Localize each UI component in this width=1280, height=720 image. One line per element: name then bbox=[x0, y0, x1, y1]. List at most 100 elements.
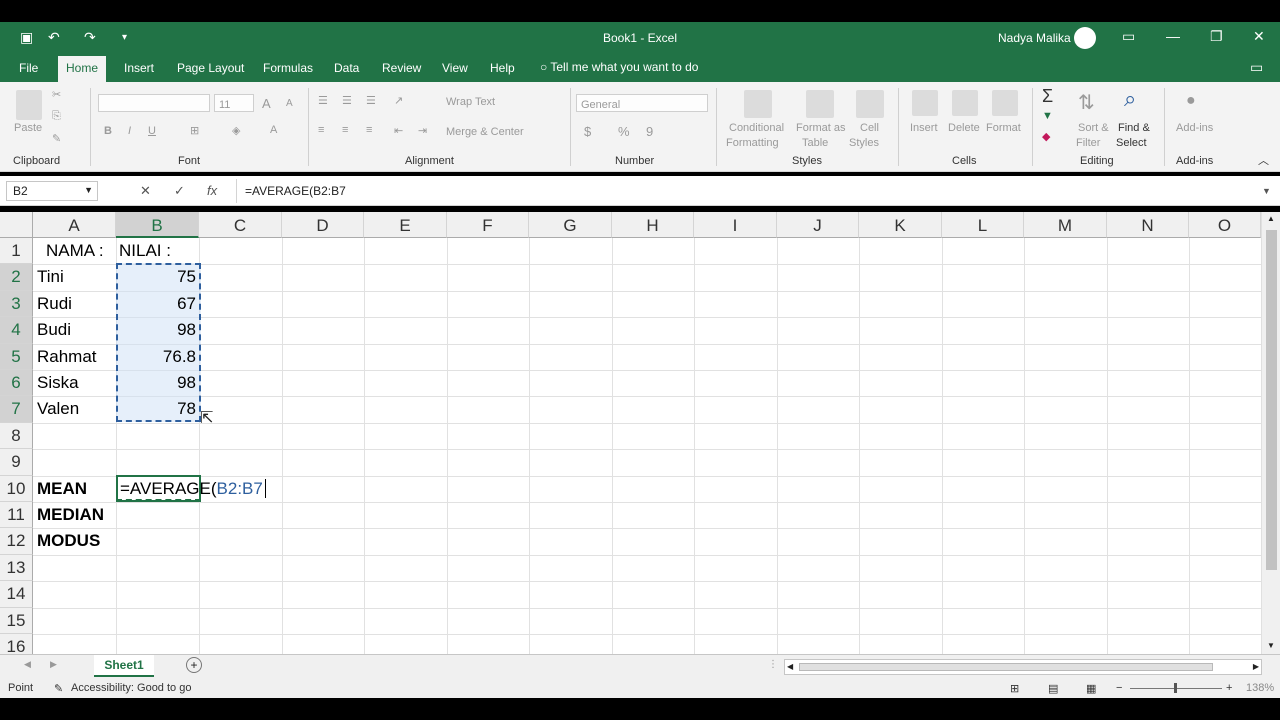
sort-filter-button[interactable]: Sort & bbox=[1078, 122, 1109, 134]
tab-file[interactable]: File bbox=[19, 61, 38, 75]
minimize-icon[interactable]: — bbox=[1166, 28, 1180, 44]
fill-color-icon[interactable]: ◈ bbox=[232, 124, 240, 137]
format-painter-icon[interactable]: ✎ bbox=[52, 132, 61, 145]
tab-insert[interactable]: Insert bbox=[124, 61, 154, 75]
cell-b1[interactable]: NILAI : bbox=[119, 238, 171, 264]
row-header-16[interactable]: 16 bbox=[0, 634, 33, 654]
scroll-up-icon[interactable]: ▲ bbox=[1267, 214, 1275, 223]
percent-button[interactable]: % bbox=[618, 124, 630, 139]
tab-page-layout[interactable]: Page Layout bbox=[177, 61, 244, 75]
zoom-slider-thumb[interactable] bbox=[1174, 683, 1177, 693]
find-select-button[interactable]: Find & bbox=[1118, 122, 1150, 134]
tab-review[interactable]: Review bbox=[382, 61, 421, 75]
bottom-align-icon[interactable]: ☰ bbox=[366, 94, 376, 107]
increase-indent-icon[interactable]: ⇥ bbox=[418, 124, 427, 137]
paste-icon[interactable] bbox=[16, 90, 42, 120]
row-header-13[interactable]: 13 bbox=[0, 555, 33, 581]
scroll-tabs-right-icon[interactable]: ▶ bbox=[50, 659, 57, 670]
cell-b2[interactable]: 75 bbox=[118, 264, 196, 290]
name-box[interactable]: B2 ▼ bbox=[6, 181, 98, 201]
insert-cells-button[interactable]: Insert bbox=[910, 122, 938, 134]
tab-help[interactable]: Help bbox=[490, 61, 515, 75]
add-sheet-button[interactable]: + bbox=[186, 657, 202, 673]
cell-styles-icon[interactable] bbox=[856, 90, 884, 118]
sheet-tab-sheet1[interactable]: Sheet1 bbox=[94, 655, 154, 677]
vertical-scroll-thumb[interactable] bbox=[1266, 230, 1277, 570]
conditional-formatting-button[interactable]: Conditional bbox=[729, 122, 784, 134]
decrease-indent-icon[interactable]: ⇤ bbox=[394, 124, 403, 137]
insert-function-icon[interactable]: fx bbox=[207, 183, 217, 198]
row-header-2[interactable]: 2 bbox=[0, 264, 33, 291]
horizontal-scrollbar[interactable]: ◀ ▶ bbox=[784, 659, 1262, 675]
cell-a5[interactable]: Rahmat bbox=[37, 344, 97, 370]
format-cells-icon[interactable] bbox=[992, 90, 1018, 116]
enter-icon[interactable]: ✓ bbox=[174, 183, 185, 199]
row-header-5[interactable]: 5 bbox=[0, 344, 33, 370]
tab-home[interactable]: Home bbox=[58, 56, 107, 82]
cell-b7[interactable]: 78 bbox=[118, 396, 196, 422]
zoom-level[interactable]: 138% bbox=[1246, 682, 1274, 694]
paste-button[interactable]: Paste bbox=[14, 122, 42, 134]
user-name[interactable]: Nadya Malika bbox=[998, 31, 1071, 45]
find-select-icon[interactable]: ⌕ bbox=[1124, 86, 1136, 112]
delete-cells-icon[interactable] bbox=[952, 90, 978, 116]
orientation-icon[interactable]: ↗ bbox=[394, 94, 403, 107]
tab-data[interactable]: Data bbox=[334, 61, 359, 75]
cell-a1[interactable]: NAMA : bbox=[46, 238, 104, 264]
comments-icon[interactable]: ▭ bbox=[1250, 59, 1263, 76]
tab-formulas[interactable]: Formulas bbox=[263, 61, 313, 75]
cell-b4[interactable]: 98 bbox=[118, 317, 196, 343]
accessibility-icon[interactable]: ✎ bbox=[54, 682, 63, 695]
horizontal-scroll-thumb[interactable] bbox=[799, 663, 1213, 671]
column-header-c[interactable]: C bbox=[199, 212, 282, 238]
number-format-select[interactable]: General bbox=[576, 94, 708, 112]
clear-icon[interactable]: ◆ bbox=[1042, 130, 1050, 143]
addins-button[interactable]: Add-ins bbox=[1176, 122, 1213, 134]
insert-cells-icon[interactable] bbox=[912, 90, 938, 116]
restore-icon[interactable]: ❐ bbox=[1210, 28, 1223, 45]
column-header-b[interactable]: B bbox=[116, 212, 199, 238]
row-header-9[interactable]: 9 bbox=[0, 449, 33, 476]
format-as-table-icon[interactable] bbox=[806, 90, 834, 118]
column-header-l[interactable]: L bbox=[942, 212, 1024, 238]
cell-b6[interactable]: 98 bbox=[118, 370, 196, 396]
font-size-select[interactable]: 11 bbox=[214, 94, 254, 112]
scroll-down-icon[interactable]: ▼ bbox=[1267, 641, 1275, 650]
zoom-out-icon[interactable]: − bbox=[1116, 682, 1122, 694]
row-header-10[interactable]: 10 bbox=[0, 476, 33, 502]
middle-align-icon[interactable]: ☰ bbox=[342, 94, 352, 107]
cell-b10-editor[interactable]: =AVERAGE(B2:B7 bbox=[120, 476, 266, 502]
format-as-table-button[interactable]: Format as bbox=[796, 122, 846, 134]
tab-view[interactable]: View bbox=[442, 61, 468, 75]
column-header-m[interactable]: M bbox=[1024, 212, 1107, 238]
cell-a4[interactable]: Budi bbox=[37, 317, 71, 343]
row-header-4[interactable]: 4 bbox=[0, 317, 33, 344]
row-header-8[interactable]: 8 bbox=[0, 423, 33, 449]
comma-button[interactable]: 9 bbox=[646, 124, 653, 139]
vertical-scrollbar[interactable]: ▲ ▼ bbox=[1261, 212, 1280, 654]
cell-a6[interactable]: Siska bbox=[37, 370, 79, 396]
normal-view-icon[interactable]: ⊞ bbox=[1010, 682, 1019, 695]
expand-formula-icon[interactable]: ▼ bbox=[1262, 186, 1271, 196]
sort-filter-icon[interactable]: ⇅ bbox=[1078, 90, 1095, 115]
wrap-text-button[interactable]: Wrap Text bbox=[446, 96, 495, 108]
grow-font-icon[interactable]: A bbox=[262, 96, 271, 111]
scroll-tabs-left-icon[interactable]: ◀ bbox=[24, 659, 31, 670]
column-header-g[interactable]: G bbox=[529, 212, 612, 238]
merge-center-button[interactable]: Merge & Center bbox=[446, 126, 524, 138]
align-center-icon[interactable]: ≡ bbox=[342, 124, 348, 136]
font-color-icon[interactable]: A bbox=[270, 124, 277, 136]
cell-b5[interactable]: 76.8 bbox=[118, 344, 196, 370]
cancel-icon[interactable]: ✕ bbox=[140, 183, 151, 199]
column-header-i[interactable]: I bbox=[694, 212, 777, 238]
page-break-view-icon[interactable]: ▦ bbox=[1086, 682, 1096, 695]
column-header-d[interactable]: D bbox=[282, 212, 364, 238]
column-header-j[interactable]: J bbox=[777, 212, 859, 238]
zoom-in-icon[interactable]: + bbox=[1226, 682, 1232, 694]
column-header-a[interactable]: A bbox=[33, 212, 116, 238]
avatar[interactable] bbox=[1074, 27, 1096, 49]
underline-button[interactable]: U bbox=[148, 125, 156, 137]
top-align-icon[interactable]: ☰ bbox=[318, 94, 328, 107]
format-cells-button[interactable]: Format bbox=[986, 122, 1021, 134]
row-header-7[interactable]: 7 bbox=[0, 396, 33, 423]
